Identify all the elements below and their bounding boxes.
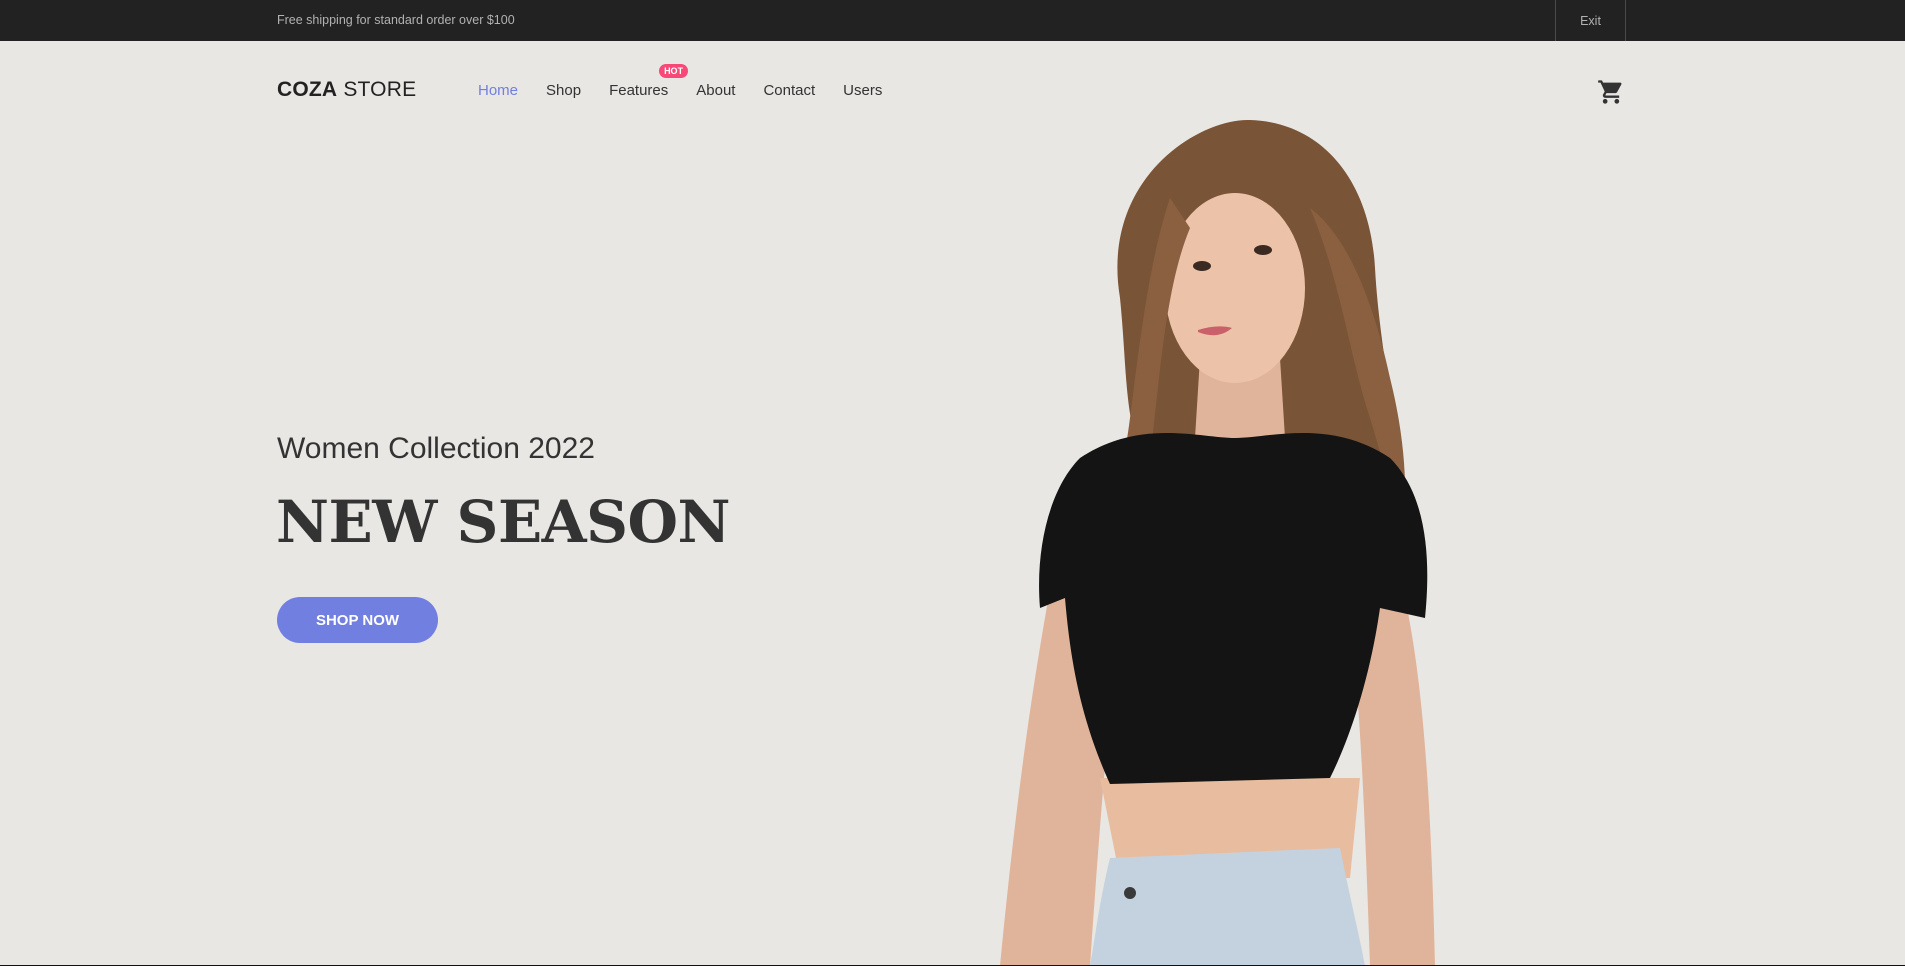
main-nav: Home Shop Features HOT About Contact Use…: [478, 64, 910, 99]
top-bar: Free shipping for standard order over $1…: [0, 0, 1905, 41]
hero-headline: NEW SEASON: [276, 488, 731, 556]
cart-svg: [1598, 80, 1622, 104]
hero-model-image: [1000, 119, 1435, 966]
logo-bold: COZA: [277, 78, 338, 101]
exit-link[interactable]: Exit: [1555, 0, 1626, 41]
hero-subtitle: Women Collection 2022: [277, 432, 595, 465]
nav-about[interactable]: About: [696, 82, 735, 99]
hot-badge: HOT: [659, 64, 689, 78]
logo-regular: STORE: [337, 78, 417, 101]
shopping-cart-icon[interactable]: [1597, 78, 1625, 106]
nav-contact[interactable]: Contact: [763, 82, 815, 99]
stage: Free shipping for standard order over $1…: [0, 0, 1905, 966]
page: Free shipping for standard order over $1…: [0, 0, 1905, 966]
nav-users[interactable]: Users: [843, 82, 882, 99]
shipping-notice: Free shipping for standard order over $1…: [277, 13, 515, 27]
nav-home[interactable]: Home: [478, 82, 518, 99]
shop-now-button[interactable]: SHOP NOW: [277, 597, 438, 643]
nav-features[interactable]: Features HOT: [609, 64, 689, 99]
logo[interactable]: COZA STORE: [277, 78, 416, 102]
nav-shop[interactable]: Shop: [546, 82, 581, 99]
nav-features-label: Features: [609, 82, 669, 99]
